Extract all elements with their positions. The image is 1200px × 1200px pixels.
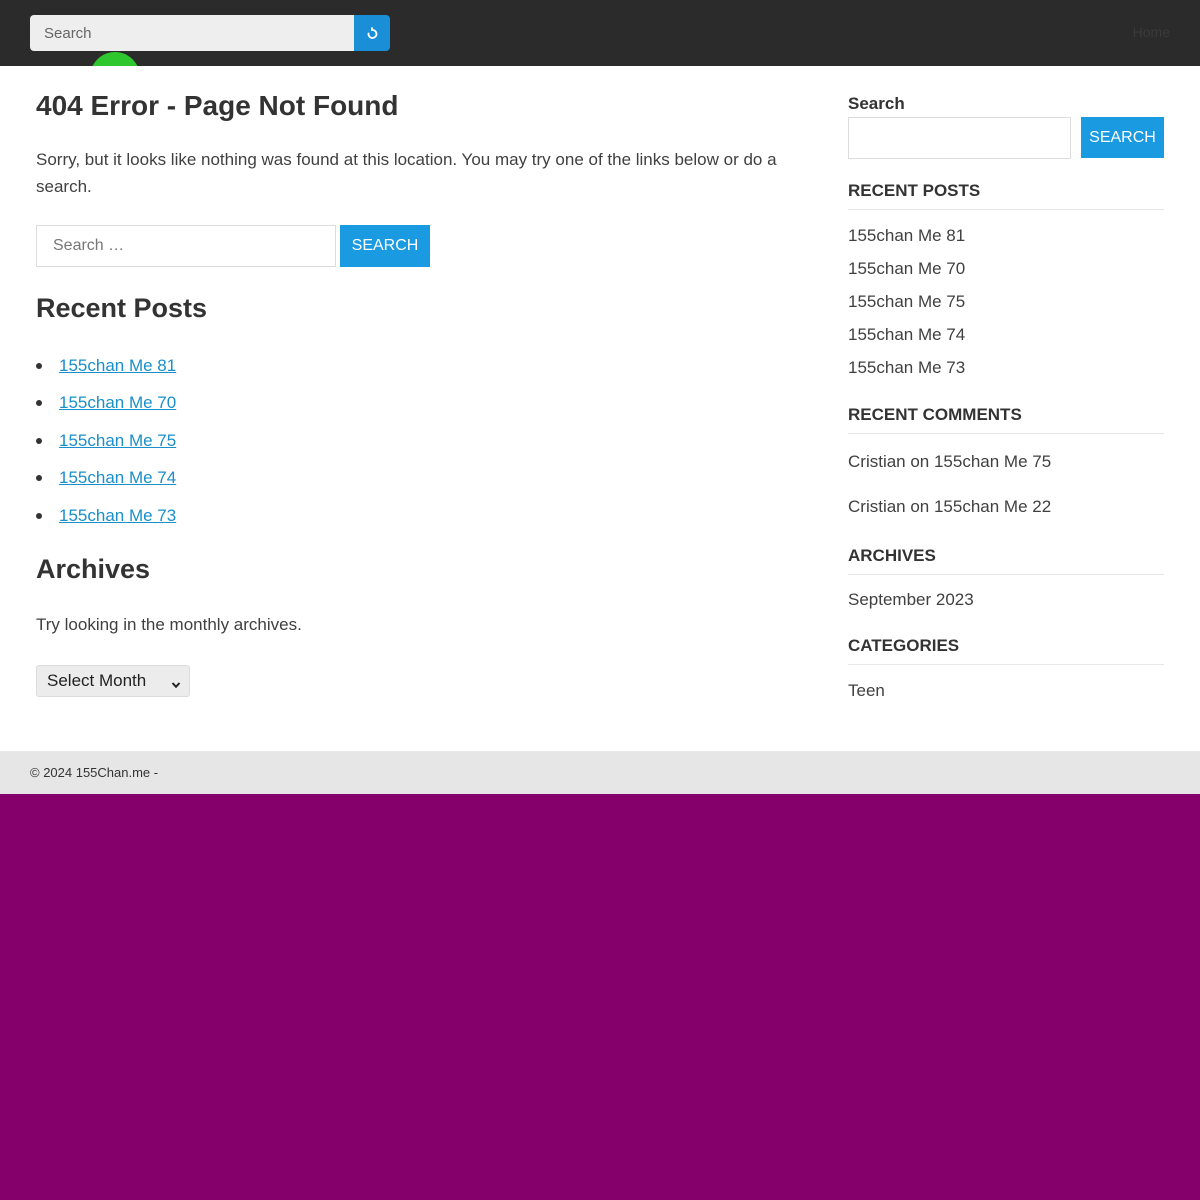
not-found-message: Sorry, but it looks like nothing was fou… <box>36 150 777 196</box>
top-header-bar: Home <box>0 0 1200 66</box>
widget-title-archives: Archives <box>848 546 1164 575</box>
main-search-input[interactable] <box>36 225 336 267</box>
list-item: 155chan Me 74 <box>36 463 176 500</box>
list-item: 155chan Me 75 <box>36 426 176 463</box>
chevron-down-icon <box>171 675 181 695</box>
recent-posts-list: 155chan Me 81 155chan Me 70 155chan Me 7… <box>36 351 176 538</box>
site-footer: © 2024 155Chan.me - <box>0 751 1200 794</box>
list-item: 155chan Me 81 <box>36 351 176 388</box>
sidebar-comment-link[interactable]: Cristian on 155chan Me 75 <box>848 452 1051 497</box>
main-search-button[interactable]: Search <box>340 225 430 267</box>
sidebar-post-link[interactable]: 155chan Me 81 <box>848 226 965 259</box>
header-search-button[interactable] <box>354 15 390 51</box>
header-search-form <box>30 15 390 51</box>
header-search-input[interactable] <box>30 15 354 51</box>
archives-description: Try looking in the monthly archives. <box>36 615 302 634</box>
widget-title-recent-posts: Recent Posts <box>848 181 1164 210</box>
recent-posts-heading: Recent Posts <box>36 293 208 323</box>
list-item: 155chan Me 70 <box>36 388 176 425</box>
sidebar-archive-link[interactable]: September 2023 <box>848 590 974 610</box>
sidebar-comment-link[interactable]: Cristian on 155chan Me 22 <box>848 497 1051 542</box>
sidebar-categories: Teen <box>848 681 885 701</box>
recent-post-link[interactable]: 155chan Me 74 <box>59 468 176 487</box>
list-item: 155chan Me 73 <box>36 501 176 538</box>
sidebar-post-link[interactable]: 155chan Me 70 <box>848 259 965 292</box>
sidebar-post-link[interactable]: 155chan Me 75 <box>848 292 965 325</box>
widget-title-recent-comments: Recent Comments <box>848 405 1164 434</box>
recent-post-link[interactable]: 155chan Me 75 <box>59 431 176 450</box>
archive-month-select[interactable]: Select Month <box>36 665 190 697</box>
sidebar-post-link[interactable]: 155chan Me 74 <box>848 325 965 358</box>
nav-home-link[interactable]: Home <box>1133 24 1170 40</box>
month-select-value: Select Month <box>47 671 147 690</box>
sidebar-search-input[interactable] <box>848 117 1071 159</box>
content-area: 404 Error - Page Not Found Sorry, but it… <box>0 66 1200 751</box>
main-search-form: Search <box>36 225 430 267</box>
archives-heading: Archives <box>36 554 151 584</box>
widget-title-categories: Categories <box>848 636 1164 665</box>
search-icon <box>365 25 379 41</box>
sidebar-post-link[interactable]: 155chan Me 73 <box>848 358 965 391</box>
sidebar-recent-posts: 155chan Me 81 155chan Me 70 155chan Me 7… <box>848 226 965 391</box>
recent-post-link[interactable]: 155chan Me 70 <box>59 393 176 412</box>
page-title: 404 Error - Page Not Found <box>36 90 399 121</box>
sidebar-search-button[interactable]: Search <box>1081 117 1164 158</box>
sidebar-recent-comments: Cristian on 155chan Me 75 Cristian on 15… <box>848 452 1051 542</box>
footer-copyright: © 2024 155Chan.me - <box>30 765 159 780</box>
logo-icon[interactable] <box>90 52 140 66</box>
recent-post-link[interactable]: 155chan Me 81 <box>59 356 176 375</box>
sidebar-search-label: Search <box>848 94 905 113</box>
recent-post-link[interactable]: 155chan Me 73 <box>59 506 176 525</box>
sidebar-search-form: Search <box>848 117 1164 159</box>
sidebar-category-link[interactable]: Teen <box>848 681 885 701</box>
sidebar-archives: September 2023 <box>848 590 974 610</box>
